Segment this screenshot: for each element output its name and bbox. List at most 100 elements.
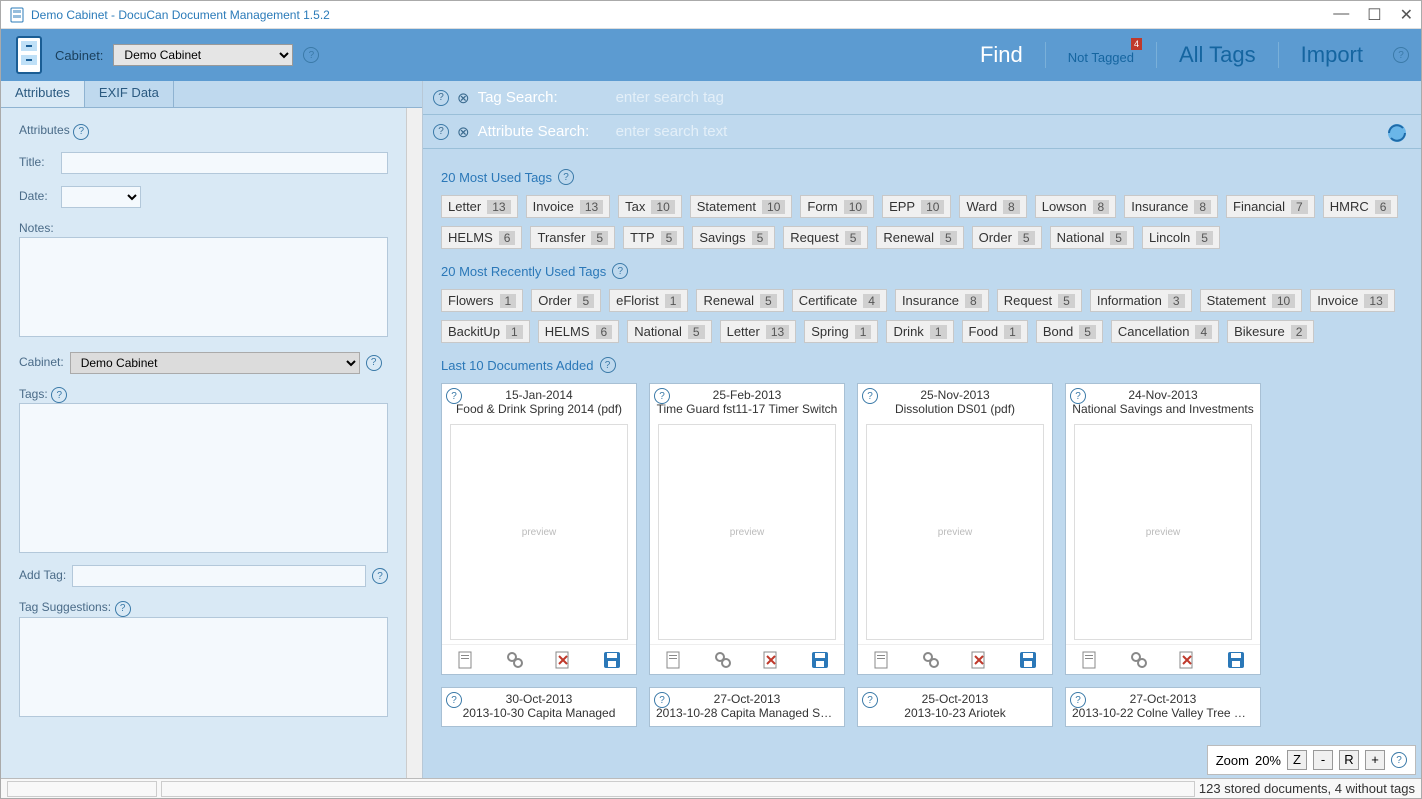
tag-chip[interactable]: Insurance8 <box>1124 195 1218 218</box>
doc-link-icon[interactable] <box>921 650 941 670</box>
tag-chip[interactable]: Information3 <box>1090 289 1192 312</box>
scrollbar[interactable] <box>406 108 422 778</box>
tag-chip[interactable]: Lincoln5 <box>1142 226 1220 249</box>
help-icon[interactable]: ? <box>433 124 449 140</box>
help-icon[interactable]: ? <box>115 601 131 617</box>
tag-chip[interactable]: EPP10 <box>882 195 951 218</box>
document-card[interactable]: ?15-Jan-2014Food & Drink Spring 2014 (pd… <box>441 383 637 675</box>
tag-chip[interactable]: Transfer5 <box>530 226 615 249</box>
clear-tag-search-icon[interactable]: ⊗ <box>457 89 470 107</box>
tag-chip[interactable]: Drink1 <box>886 320 953 343</box>
doc-save-icon[interactable] <box>1018 650 1038 670</box>
tag-chip[interactable]: eFlorist1 <box>609 289 688 312</box>
document-card[interactable]: ?25-Oct-20132013-10-23 Ariotek <box>857 687 1053 727</box>
doc-link-icon[interactable] <box>505 650 525 670</box>
tag-chip[interactable]: Flowers1 <box>441 289 523 312</box>
document-card[interactable]: ?25-Nov-2013Dissolution DS01 (pdf)previe… <box>857 383 1053 675</box>
tag-chip[interactable]: Cancellation4 <box>1111 320 1219 343</box>
tag-chip[interactable]: National5 <box>627 320 711 343</box>
doc-link-icon[interactable] <box>713 650 733 670</box>
doc-delete-icon[interactable] <box>969 650 989 670</box>
help-icon[interactable]: ? <box>654 388 670 404</box>
help-icon[interactable]: ? <box>600 357 616 373</box>
doc-link-icon[interactable] <box>1129 650 1149 670</box>
close-button[interactable]: ✕ <box>1400 5 1413 25</box>
tag-chip[interactable]: Bond5 <box>1036 320 1103 343</box>
tag-chip[interactable]: Order5 <box>972 226 1042 249</box>
help-icon[interactable]: ? <box>612 263 628 279</box>
nav-all-tags[interactable]: All Tags <box>1157 42 1279 68</box>
tab-attributes[interactable]: Attributes <box>1 81 85 107</box>
tag-chip[interactable]: HELMS6 <box>538 320 619 343</box>
doc-delete-icon[interactable] <box>553 650 573 670</box>
minimize-button[interactable]: — <box>1333 5 1349 25</box>
help-icon[interactable]: ? <box>446 692 462 708</box>
doc-open-icon[interactable] <box>664 650 684 670</box>
suggestions-box[interactable] <box>19 617 388 717</box>
help-icon[interactable]: ? <box>1070 692 1086 708</box>
help-icon[interactable]: ? <box>51 387 67 403</box>
maximize-button[interactable]: ☐ <box>1367 5 1381 25</box>
zoom-out-button[interactable]: - <box>1313 750 1333 770</box>
zoom-z-button[interactable]: Z <box>1287 750 1307 770</box>
attr-search-input[interactable] <box>616 123 1411 140</box>
help-icon[interactable]: ? <box>862 388 878 404</box>
doc-open-icon[interactable] <box>456 650 476 670</box>
nav-not-tagged[interactable]: Not Tagged4 <box>1046 42 1157 68</box>
tag-chip[interactable]: Bikesure2 <box>1227 320 1314 343</box>
cabinet-select[interactable]: Demo Cabinet <box>113 44 293 66</box>
nav-find[interactable]: Find <box>958 42 1046 68</box>
tag-chip[interactable]: National5 <box>1050 226 1134 249</box>
clear-attr-search-icon[interactable]: ⊗ <box>457 123 470 141</box>
zoom-reset-button[interactable]: R <box>1339 750 1359 770</box>
help-icon[interactable]: ? <box>366 355 382 371</box>
tag-chip[interactable]: Ward8 <box>959 195 1026 218</box>
tag-chip[interactable]: Renewal5 <box>876 226 963 249</box>
document-card[interactable]: ?25-Feb-2013Time Guard fst11-17 Timer Sw… <box>649 383 845 675</box>
doc-delete-icon[interactable] <box>761 650 781 670</box>
help-icon[interactable]: ? <box>1391 752 1407 768</box>
help-icon[interactable]: ? <box>303 47 319 63</box>
tag-chip[interactable]: Request5 <box>783 226 868 249</box>
tag-chip[interactable]: Form10 <box>800 195 874 218</box>
tag-chip[interactable]: Invoice13 <box>526 195 611 218</box>
help-icon[interactable]: ? <box>372 568 388 584</box>
help-icon[interactable]: ? <box>73 124 89 140</box>
document-card[interactable]: ?27-Oct-20132013-10-28 Capita Managed Se… <box>649 687 845 727</box>
cabinet-select-2[interactable]: Demo Cabinet <box>70 352 360 374</box>
document-card[interactable]: ?27-Oct-20132013-10-22 Colne Valley Tree… <box>1065 687 1261 727</box>
tag-chip[interactable]: HMRC6 <box>1323 195 1399 218</box>
tag-chip[interactable]: Insurance8 <box>895 289 989 312</box>
help-icon[interactable]: ? <box>1070 388 1086 404</box>
tag-chip[interactable]: BackitUp1 <box>441 320 530 343</box>
tag-chip[interactable]: Letter13 <box>441 195 518 218</box>
tab-exif[interactable]: EXIF Data <box>85 81 174 107</box>
doc-delete-icon[interactable] <box>1177 650 1197 670</box>
document-card[interactable]: ?24-Nov-2013National Savings and Investm… <box>1065 383 1261 675</box>
tag-chip[interactable]: Savings5 <box>692 226 775 249</box>
date-select[interactable] <box>61 186 141 208</box>
tag-chip[interactable]: Invoice13 <box>1310 289 1395 312</box>
doc-save-icon[interactable] <box>1226 650 1246 670</box>
tag-chip[interactable]: TTP5 <box>623 226 684 249</box>
tag-chip[interactable]: Request5 <box>997 289 1082 312</box>
tag-chip[interactable]: Letter13 <box>720 320 797 343</box>
doc-save-icon[interactable] <box>810 650 830 670</box>
tag-search-input[interactable] <box>616 89 1411 106</box>
tag-chip[interactable]: Spring1 <box>804 320 878 343</box>
title-input[interactable] <box>61 152 388 174</box>
tag-chip[interactable]: Financial7 <box>1226 195 1315 218</box>
help-icon[interactable]: ? <box>1393 47 1409 63</box>
tag-chip[interactable]: Renewal5 <box>696 289 783 312</box>
tag-chip[interactable]: Food1 <box>962 320 1028 343</box>
tag-chip[interactable]: Statement10 <box>1200 289 1303 312</box>
add-tag-input[interactable] <box>72 565 366 587</box>
help-icon[interactable]: ? <box>862 692 878 708</box>
notes-textarea[interactable] <box>19 237 388 337</box>
tag-chip[interactable]: Certificate4 <box>792 289 887 312</box>
nav-import[interactable]: Import <box>1279 42 1385 68</box>
help-icon[interactable]: ? <box>446 388 462 404</box>
doc-open-icon[interactable] <box>1080 650 1100 670</box>
help-icon[interactable]: ? <box>558 169 574 185</box>
tag-chip[interactable]: Order5 <box>531 289 601 312</box>
